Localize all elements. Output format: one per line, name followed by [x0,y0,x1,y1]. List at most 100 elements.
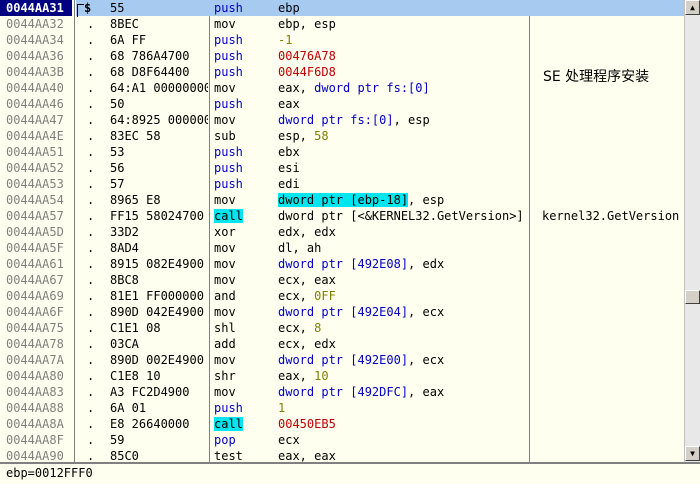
disasm-row[interactable]: 0044AA5D. 33D2 xor edx, edx [0,224,684,240]
row-address: 0044AA7A [6,353,64,367]
mnemonic-text: xor [214,225,236,239]
disasm-row[interactable]: 0044AA80. C1E8 10 shr eax, 10 [0,368,684,384]
disasm-row[interactable]: 0044AA8A. E8 26640000 call 00450EB5 [0,416,684,432]
mnemonic-text: push [214,177,243,191]
row-hex-bytes: 890D 002E4900 [110,353,204,367]
disasm-row[interactable]: 0044AA7A. 890D 002E4900 mov dword ptr [492E… [0,352,684,368]
disassembly-pane[interactable]: 0044AA31 55 push ebp 0044AA32. 8BEC mov ebp, es… [0,0,684,462]
operand-part: -1 [278,33,293,47]
disasm-row[interactable]: 0044AA69. 81E1 FF000000 and ecx, 0FF [0,288,684,304]
row-comment [542,272,684,288]
disasm-row[interactable]: 0044AA90. 85C0 test eax, eax [0,448,684,462]
operand-part: dword ptr [492E08] [278,257,409,271]
disasm-row[interactable]: 0044AA6F. 890D 042E4900 mov dword ptr [492E… [0,304,684,320]
operand-part: , esp [408,193,445,207]
mnemonic-text: push [214,49,243,63]
mnemonic-text: and [214,289,236,303]
disasm-row[interactable]: 0044AA4E. 83EC 58 sub esp, 58 [0,128,684,144]
row-hex-bytes: 6A FF [110,33,147,47]
disasm-row[interactable]: 0044AA67. 8BC8 mov ecx, eax [0,272,684,288]
row-comment [542,320,684,336]
row-hex-bytes: 53 [110,145,125,159]
disasm-row[interactable]: 0044AA61. 8915 082E4900 mov dword ptr [492E… [0,256,684,272]
row-hex-bytes: 85C0 [110,449,139,462]
disasm-row[interactable]: 0044AA46. 50 push eax [0,96,684,112]
operand-part: dword ptr fs:[0] [278,113,394,127]
row-operands: dword ptr [492E04], ecx [278,304,528,320]
row-operands: eax, 10 [278,368,528,384]
disasm-row[interactable]: 0044AA8F. 59 pop ecx [0,432,684,448]
row-mnemonic: sub [214,128,274,144]
mnemonic-text: mov [214,353,236,367]
row-operands: -1 [278,32,528,48]
operand-part: eax, [278,81,315,95]
disasm-row[interactable]: 0044AA75. C1E1 08 shl ecx, 8 [0,320,684,336]
scroll-up-arrow-icon[interactable]: ▲ [685,0,700,15]
row-comment: kernel32.GetVersion [542,209,680,223]
row-operands: 00476A78 [278,48,528,64]
operand-part: , ecx [408,305,445,319]
row-operands: 1 [278,400,528,416]
row-mnemonic: push [214,32,274,48]
row-address: 0044AA32 [6,17,64,31]
row-operands: ecx, eax [278,272,528,288]
operand-part: , ecx [408,353,445,367]
disasm-row[interactable]: 0044AA47.64:8925 00000000movdword ptr fs… [0,112,684,128]
row-comment [542,384,684,400]
operand-part: ebp, esp [278,17,336,31]
row-comment [542,32,684,48]
row-address: 0044AA53 [6,177,64,191]
operand-part: , esp [393,113,430,127]
row-hex-bytes: 8AD4 [110,241,139,255]
row-mnemonic: add [214,336,274,352]
row-mnemonic: push [214,144,274,160]
row-address: 0044AA67 [6,273,64,287]
row-comment [542,160,684,176]
disasm-row[interactable]: 0044AA53. 57 push edi [0,176,684,192]
row-address: 0044AA5F [6,241,64,255]
row-operands: ecx [278,432,528,448]
row-operands: ebx [278,144,528,160]
disasm-row[interactable]: 0044AA83. A3 FC2D4900 mov dword ptr [492DFC… [0,384,684,400]
scroll-down-arrow-icon[interactable]: ▼ [685,446,700,461]
operand-part: ebp [278,1,300,15]
disasm-row[interactable]: 0044AA31 55 push ebp [0,0,684,16]
row-mnemonic: push [214,176,274,192]
vertical-scrollbar[interactable]: ▲ ▼ [684,0,700,462]
disasm-row[interactable]: 0044AA54. 8965 E8 mov dword ptr [ebp-18], e… [0,192,684,208]
scrollbar-thumb[interactable] [685,290,700,304]
disasm-row[interactable]: 0044AA78. 03CA add ecx, edx [0,336,684,352]
row-hex-bytes: 6A 01 [110,401,147,415]
row-mnemonic: mov [214,384,274,400]
row-operands: 00450EB5 [278,416,528,432]
disasm-row[interactable]: 0044AA5F. 8AD4 mov dl, ah [0,240,684,256]
operand-part: , eax [408,385,445,399]
mnemonic-text: mov [214,193,236,207]
row-comment [542,368,684,384]
operand-part: ecx, [278,289,315,303]
row-comment [542,448,684,462]
disasm-row[interactable]: 0044AA32. 8BEC mov ebp, esp [0,16,684,32]
row-mnemonic: call [214,208,274,224]
disasm-row[interactable]: 0044AA34. 6A FF push -1 [0,32,684,48]
row-hex-bytes: 68 D8F64400 [110,65,190,79]
operand-part: 8 [314,321,322,335]
row-hex-bytes: 8965 E8 [110,193,161,207]
mnemonic-text: push [214,401,243,415]
disasm-row[interactable]: 0044AA36. 68 786A4700 push 00476A78 [0,48,684,64]
row-address: 0044AA8F [6,433,64,447]
disasm-row[interactable]: 0044AA52. 56 push esi [0,160,684,176]
disasm-row[interactable]: 0044AA57. FF15 58024700 call dword ptr [<&K… [0,208,684,224]
row-hex-bytes: 8BC8 [110,273,139,287]
disasm-row[interactable]: 0044AA88. 6A 01 push 1 [0,400,684,416]
row-operands: eax, dword ptr fs:[0] [278,80,528,96]
row-hex-bytes: 57 [110,177,125,191]
status-text: ebp=0012FFF0 [6,466,93,480]
row-operands: edx, edx [278,224,528,240]
row-mnemonic: mov [214,112,274,128]
disasm-row[interactable]: 0044AA51. 53 push ebx [0,144,684,160]
operand-part: dword ptr [492E04] [278,305,409,319]
mnemonic-text: add [214,337,236,351]
row-mnemonic: push [214,160,274,176]
row-address: 0044AA31 [0,0,72,16]
